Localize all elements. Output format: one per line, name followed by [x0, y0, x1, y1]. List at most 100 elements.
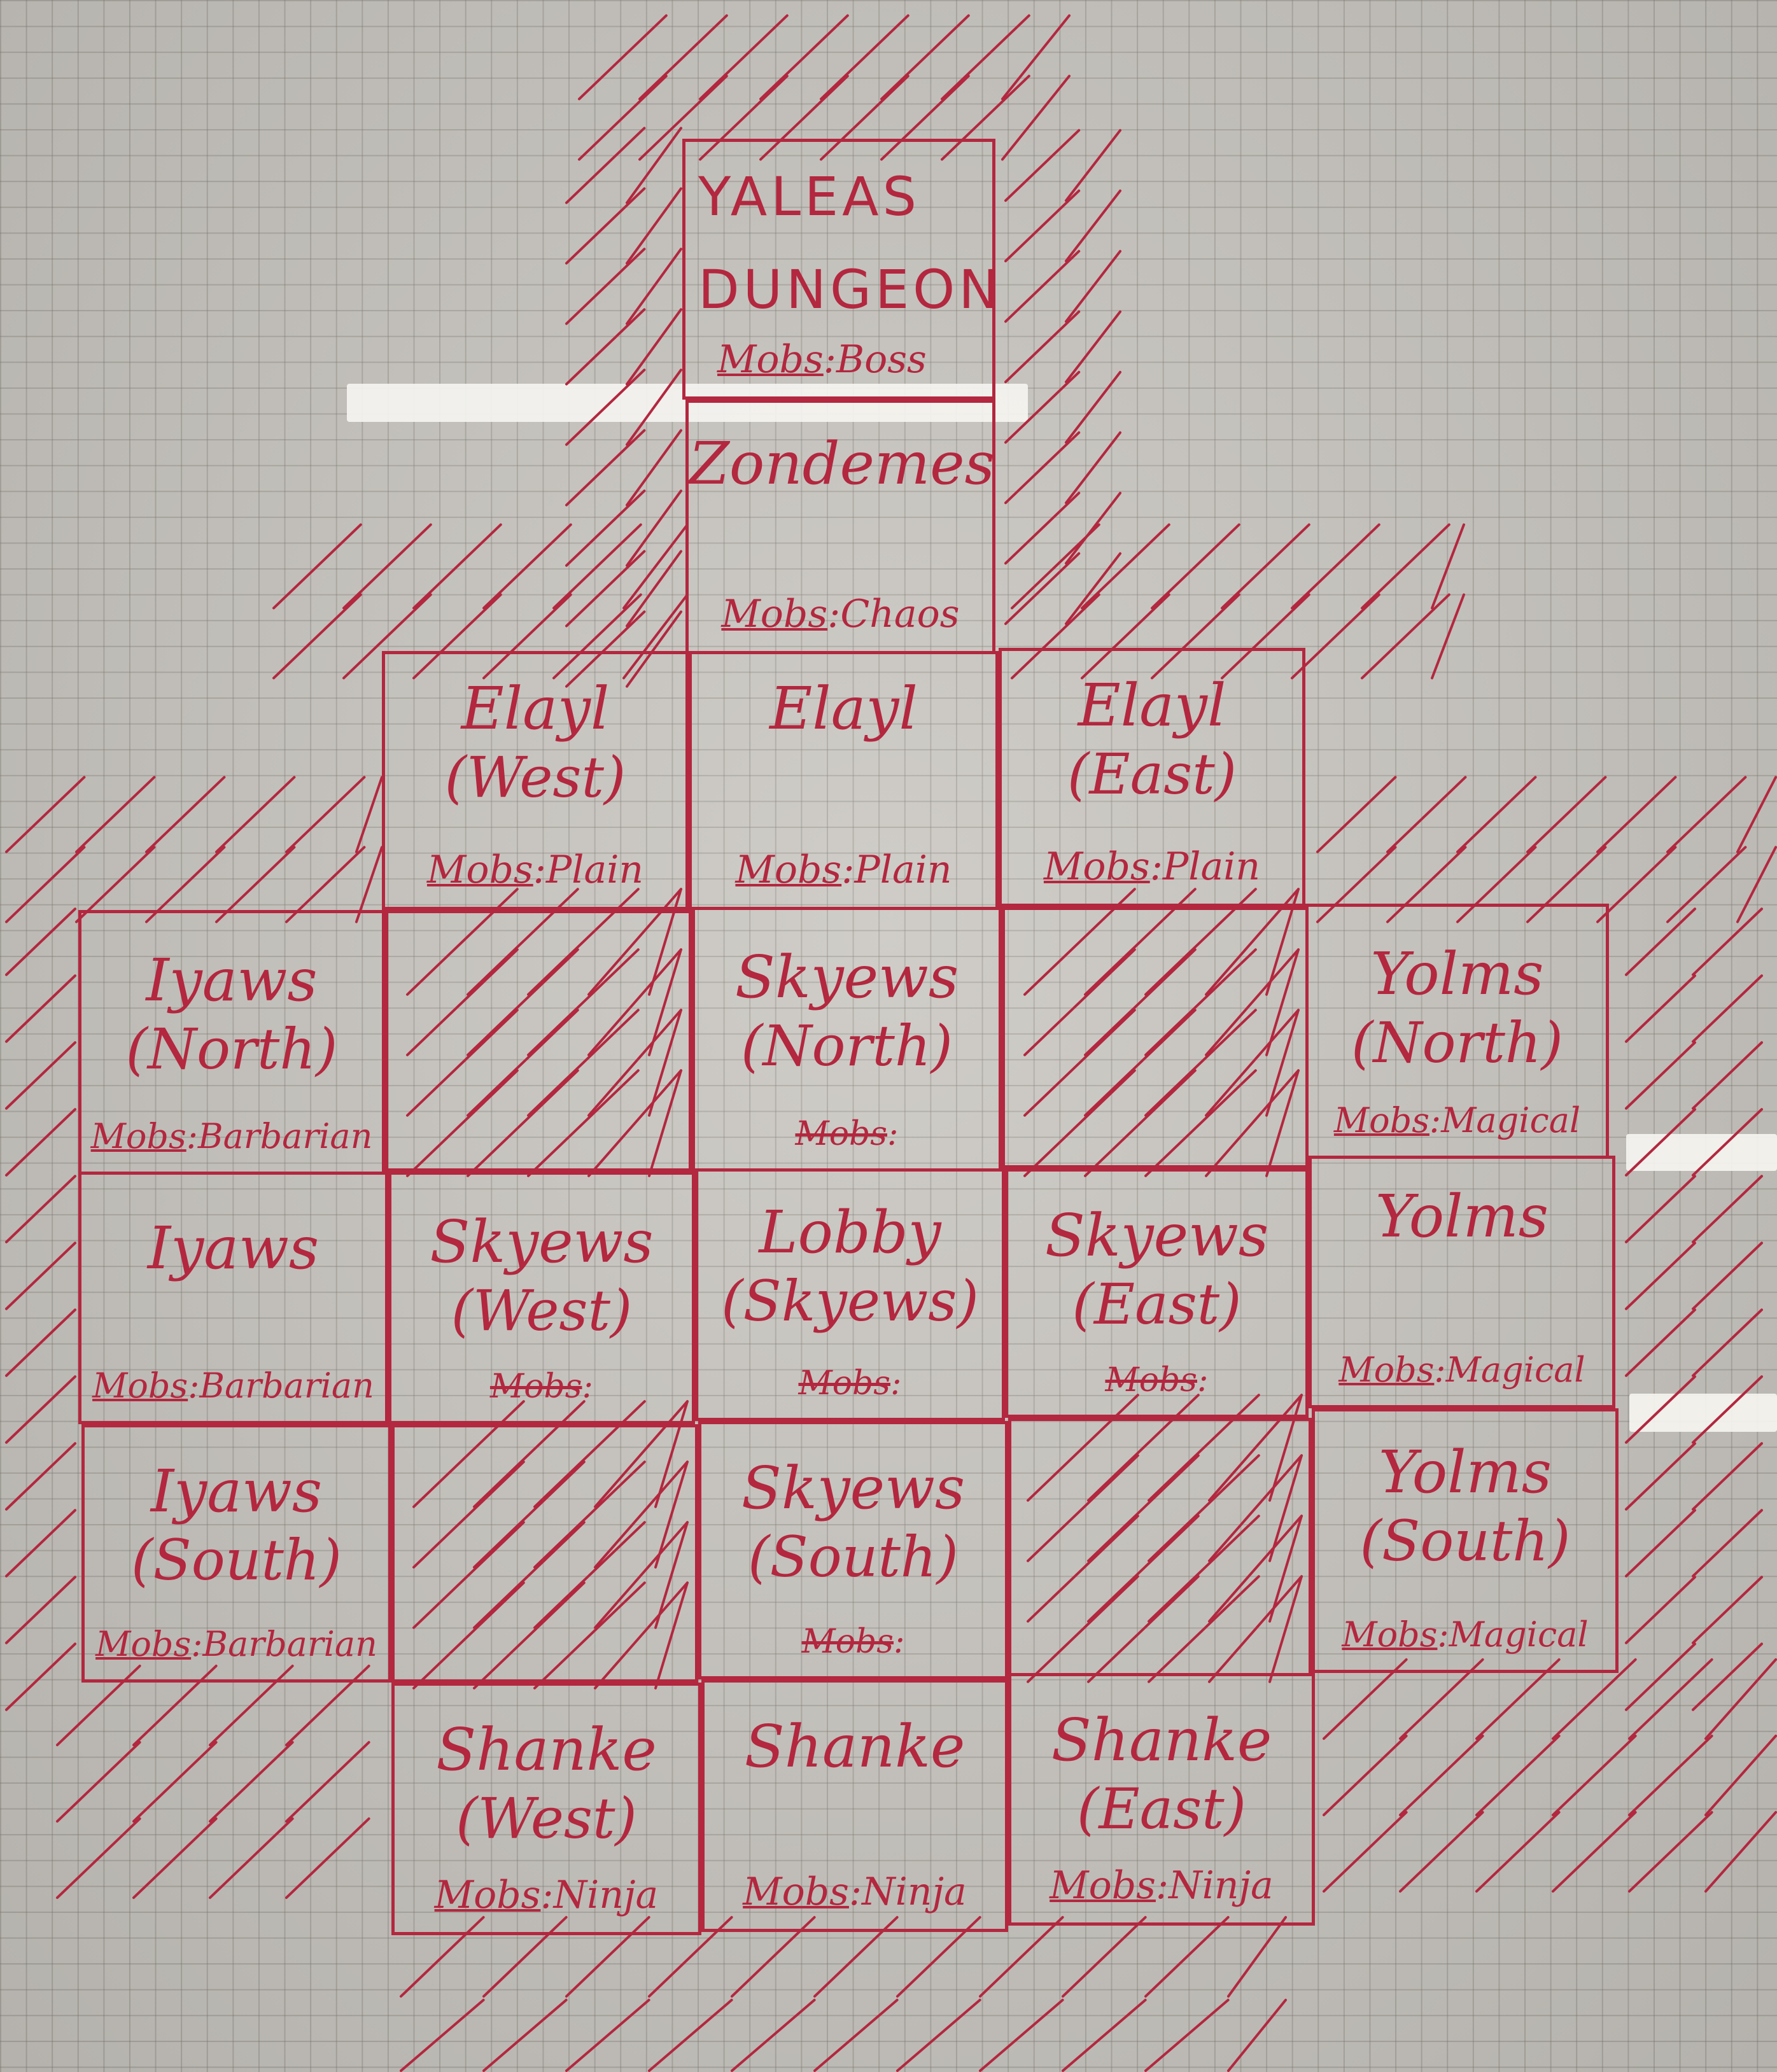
hatch-stroke [1552, 1810, 1637, 1893]
room-skyews-north: Skyews (North) Mobs: [692, 907, 1002, 1172]
hatch-stroke [209, 1817, 294, 1900]
hatch-stroke [1692, 1308, 1763, 1377]
hatch-stroke [215, 776, 296, 853]
hatch-stroke [132, 1740, 218, 1823]
hatch-stroke [896, 1998, 981, 2072]
room-subtitle: (East) [1077, 1776, 1246, 1842]
hatch-stroke [1065, 370, 1121, 444]
hatch-stroke [1399, 1734, 1484, 1817]
hatch-stroke [626, 308, 682, 386]
hatch-stroke [1065, 189, 1121, 263]
mobs-value: Plain [545, 848, 644, 892]
hatch-stroke [565, 308, 646, 386]
hatch-stroke [5, 1576, 76, 1644]
hatch-stroke [1065, 249, 1121, 323]
mobs-label: Mobs [1338, 1350, 1435, 1390]
mobs-label: Mobs [426, 848, 533, 892]
room-elayl-east: Elayl (East) Mobs:Plain [999, 648, 1305, 907]
hatch-stroke [1221, 523, 1310, 610]
room-mobs: Mobs:Ninja [743, 1870, 967, 1914]
hatch-stroke [5, 1041, 76, 1110]
hatch-stroke [1736, 846, 1777, 923]
room-subtitle: (North) [125, 1016, 338, 1082]
room-empty-nw [385, 910, 692, 1172]
hatch-stroke [1144, 1915, 1230, 1998]
hatch-stroke [1666, 776, 1747, 853]
room-name: Yolms [1378, 1438, 1552, 1506]
room-empty-se [1008, 1418, 1312, 1676]
hatch-stroke [145, 776, 226, 853]
hatch-stroke [626, 248, 682, 325]
room-mobs: Mobs: [1105, 1361, 1209, 1399]
hatch-stroke [5, 1175, 76, 1243]
hatch-stroke [565, 489, 646, 567]
hatch-stroke [75, 776, 156, 853]
room-elayl-west: Elayl (West) Mobs:Plain [382, 651, 689, 910]
hatch-stroke [400, 1998, 485, 2072]
hatch-stroke [1227, 1998, 1287, 2072]
hatch-stroke [5, 1642, 76, 1711]
hatch-stroke [5, 1509, 76, 1578]
mobs-label: Mobs [1333, 1100, 1429, 1140]
room-shanke-west: Shanke (West) Mobs:Ninja [391, 1683, 701, 1935]
mobs-label: Mobs [90, 1116, 186, 1156]
hatch-stroke [1625, 1108, 1696, 1177]
mobs-value: Magical [1441, 1100, 1581, 1140]
room-mobs: Mobs:Plain [426, 848, 644, 892]
hatch-stroke [1625, 1442, 1696, 1511]
mobs-value: Magical [1445, 1350, 1585, 1390]
mobs-label: Mobs [1105, 1361, 1197, 1399]
room-name: Skyews [734, 943, 959, 1011]
hatch-stroke [5, 776, 86, 853]
hatch-stroke [1625, 1375, 1696, 1444]
mobs-value: Ninja [1169, 1863, 1274, 1908]
mobs-label: Mobs [92, 1366, 188, 1406]
room-subtitle: (West) [451, 1278, 633, 1343]
hatch-stroke [412, 523, 502, 610]
room-empty-sw [391, 1424, 698, 1683]
hatch-stroke [1625, 907, 1696, 976]
mobs-value: Magical [1449, 1614, 1589, 1655]
hatch-stroke [1625, 1576, 1696, 1644]
hatch-stroke [5, 1108, 76, 1177]
mobs-value: Chaos [840, 592, 960, 636]
room-name: Shanke [436, 1716, 657, 1784]
mobs-label: Mobs [434, 1873, 541, 1917]
hatch-stroke [1692, 1576, 1763, 1644]
hatch-stroke [1475, 1734, 1561, 1817]
room-name: Yolms [1370, 940, 1544, 1008]
hatch-stroke [342, 523, 432, 610]
room-yolms-south: Yolms (South) Mobs:Magical [1312, 1408, 1619, 1673]
room-shanke: Shanke Mobs:Ninja [701, 1679, 1008, 1932]
room-mobs: Mobs:Boss [717, 337, 927, 382]
hatch-stroke [1625, 1175, 1696, 1243]
hatch-stroke [209, 1740, 294, 1823]
room-mobs: Mobs: [801, 1623, 905, 1661]
room-subtitle: (South) [748, 1524, 959, 1590]
hatch-stroke [626, 127, 682, 204]
hatch-stroke [1692, 1242, 1763, 1310]
room-subtitle: (Skyews) [721, 1268, 979, 1334]
room-name: Iyaws [147, 1214, 320, 1282]
room-name: Elayl [461, 675, 610, 743]
room-subtitle: (West) [444, 745, 626, 810]
room-mobs: Mobs:Barbarian [95, 1624, 377, 1664]
hatch-stroke [1596, 846, 1677, 923]
hatch-stroke [1004, 431, 1081, 505]
hatch-stroke [813, 1998, 899, 2072]
room-yaleas-dungeon: YALEAS DUNGEON Mobs:Boss [682, 139, 999, 400]
room-mobs: Mobs: [798, 1364, 902, 1403]
room-mobs: Mobs:Ninja [1050, 1863, 1274, 1908]
hatch-stroke [1004, 189, 1081, 263]
room-mobs: Mobs:Plain [735, 848, 952, 892]
mobs-label: Mobs [801, 1623, 894, 1661]
mobs-label: Mobs [1050, 1863, 1156, 1908]
room-subtitle: (East) [1072, 1271, 1242, 1337]
hatch-stroke [1011, 523, 1100, 610]
hatch-stroke [565, 127, 646, 204]
hatch-stroke [56, 1817, 141, 1900]
hatch-stroke [1692, 1108, 1763, 1177]
mobs-value: Plain [854, 848, 952, 892]
mobs-label: Mobs [1342, 1614, 1438, 1655]
room-lobby: Lobby (Skyews) Mobs: [695, 1168, 1005, 1421]
